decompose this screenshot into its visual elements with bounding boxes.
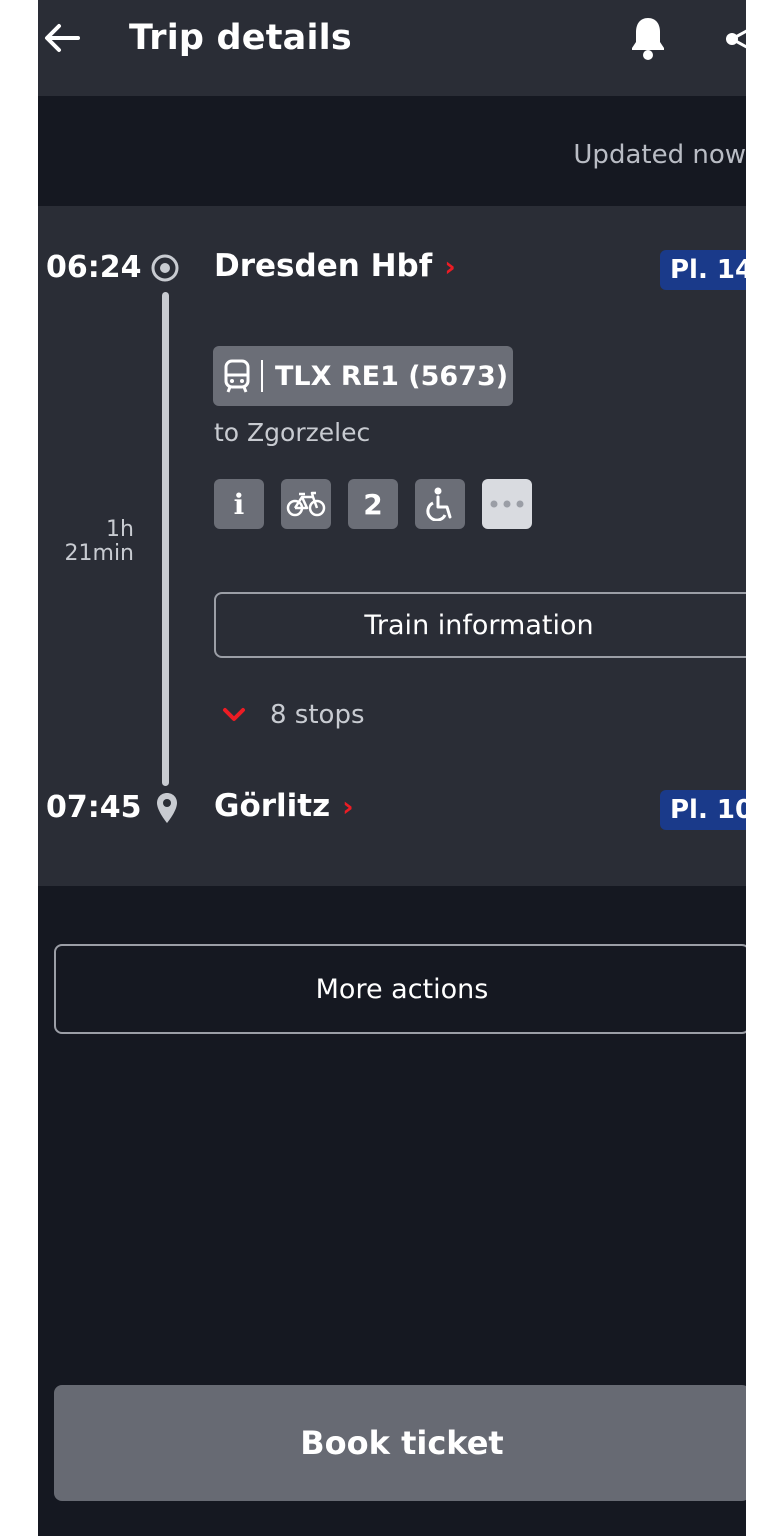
destination-platform-badge: Pl. 10: [660, 790, 746, 830]
share-icon: [726, 29, 746, 49]
bell-icon: [632, 18, 664, 60]
trip-card: 06:24 Dresden Hbf › Pl. 14 1h 21min TLX …: [38, 206, 746, 886]
more-features-badge[interactable]: [482, 479, 532, 529]
arrival-time: 07:45: [46, 790, 142, 825]
app-bar: Trip details: [38, 0, 746, 96]
stops-count-label: 8 stops: [270, 700, 365, 730]
train-line-badge: TLX RE1 (5673): [213, 346, 513, 406]
trip-duration: 1h 21min: [48, 518, 134, 566]
duration-minutes: 21min: [64, 541, 134, 566]
chevron-down-icon: [223, 708, 245, 721]
bicycle-feature-badge[interactable]: [281, 479, 331, 529]
departure-time: 06:24: [46, 250, 142, 285]
share-button[interactable]: [724, 22, 746, 56]
badge-separator: [261, 360, 263, 392]
app-screen: Trip details Updated now 06:24 Dresden H…: [38, 0, 746, 1536]
more-dots-icon: [490, 500, 524, 508]
destination-station-link[interactable]: Görlitz ›: [214, 788, 354, 824]
wheelchair-feature-badge[interactable]: [415, 479, 465, 529]
back-button[interactable]: [44, 20, 80, 56]
origin-station-link[interactable]: Dresden Hbf ›: [214, 248, 456, 284]
origin-dot-icon: [151, 254, 179, 282]
wheelchair-icon: [426, 487, 452, 521]
duration-hours: 1h: [106, 517, 134, 542]
notification-button[interactable]: [628, 14, 668, 62]
second-class-badge[interactable]: 2: [348, 479, 398, 529]
more-actions-button[interactable]: More actions: [54, 944, 746, 1034]
origin-station-name: Dresden Hbf: [214, 248, 433, 284]
page-title: Trip details: [129, 18, 352, 58]
destination-station-name: Görlitz: [214, 788, 331, 824]
class-label: 2: [363, 487, 383, 521]
stops-toggle[interactable]: 8 stops: [222, 700, 365, 730]
bicycle-icon: [286, 491, 326, 517]
train-line-label: TLX RE1 (5673): [275, 360, 509, 392]
book-ticket-button[interactable]: Book ticket: [54, 1385, 746, 1501]
updated-status: Updated now: [573, 140, 746, 170]
train-direction: to Zgorzelec: [214, 418, 371, 447]
info-feature-badge[interactable]: i: [214, 479, 264, 529]
chevron-right-icon: ›: [444, 249, 456, 283]
back-arrow-icon: [45, 24, 80, 52]
timeline-line: [162, 292, 169, 786]
location-pin-icon: [157, 793, 177, 823]
bus-icon: [224, 359, 250, 393]
origin-platform-badge: Pl. 14: [660, 250, 746, 290]
train-information-button[interactable]: Train information: [214, 592, 746, 658]
chevron-right-icon: ›: [342, 789, 354, 823]
info-icon: i: [233, 487, 245, 521]
